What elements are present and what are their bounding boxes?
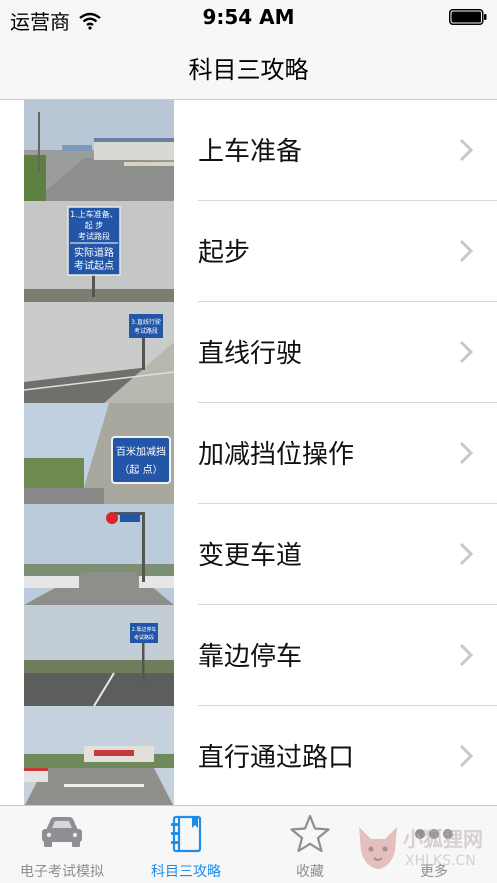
list-item-label: 靠边停车 — [198, 642, 303, 672]
chevron-right-icon — [459, 441, 473, 465]
chevron-right-icon — [459, 643, 473, 667]
list-item-intersection[interactable]: 直行通过路口 — [0, 706, 497, 805]
sign-text: 考试路段 — [134, 327, 158, 335]
sign-text: 百米加减挡 — [116, 445, 166, 458]
road-with-building-thumbnail — [24, 100, 174, 201]
sign-text: 考试路段 — [78, 231, 110, 241]
sign-text: 实际道路 — [74, 246, 114, 259]
chevron-right-icon — [459, 239, 473, 263]
tab-icon-wrap — [248, 812, 372, 856]
gear-shift-sign-thumbnail: 百米加减挡 （起 点） — [24, 403, 174, 504]
list-item-lane-change[interactable]: 变更车道 — [0, 504, 497, 605]
sign-text: 3.直线行驶 — [131, 318, 161, 326]
list-item-label: 加减挡位操作 — [198, 440, 355, 470]
pull-over-road-thumbnail: 2.靠边停车 考试路段 — [24, 605, 174, 706]
tab-label: 电子考试模拟 — [20, 864, 104, 880]
list-item-label: 直行通过路口 — [198, 743, 355, 773]
tab-bar: 电子考试模拟 科目三攻略 收藏 更多 小狐狸网 XHLKS.CN — [0, 805, 497, 883]
tab-label: 科目三攻略 — [151, 864, 221, 880]
list-item-label: 变更车道 — [198, 541, 303, 571]
tab-favorites[interactable]: 收藏 — [248, 806, 372, 883]
list-item-label: 上车准备 — [198, 137, 303, 167]
chevron-right-icon — [459, 138, 473, 162]
star-icon — [290, 814, 330, 853]
intersection-thumbnail — [24, 706, 174, 805]
car-icon — [42, 817, 82, 847]
tab-icon-wrap — [124, 812, 248, 856]
list-item-label: 直线行驶 — [198, 339, 303, 369]
list-item-label: 起步 — [198, 238, 251, 268]
tab-label: 收藏 — [296, 864, 324, 880]
status-bar: 运营商 9:54 AM — [0, 0, 497, 36]
tab-course-three-guide[interactable]: 科目三攻略 — [124, 806, 248, 883]
chevron-right-icon — [459, 542, 473, 566]
sign-text: 考试起点 — [74, 259, 114, 272]
list-item-straight-driving[interactable]: 3.直线行驶 考试路段 直线行驶 — [0, 302, 497, 403]
battery-icon — [449, 9, 487, 25]
navigation-bar: 科目三攻略 — [0, 36, 497, 100]
sign-text: 考试路段 — [134, 634, 154, 641]
chevron-right-icon — [459, 744, 473, 768]
page-title: 科目三攻略 — [188, 56, 309, 84]
sign-text: 2.靠边停车 — [132, 626, 157, 633]
guide-list: 上车准备 1.上车准备、 起 步 考试路段 实际道路 考试起点 起步 3.直线行… — [0, 100, 497, 805]
list-item-gear-shift[interactable]: 百米加减挡 （起 点） 加减挡位操作 — [0, 403, 497, 504]
fox-logo-icon — [359, 827, 397, 869]
sign-text: 起 步 — [85, 221, 104, 230]
list-item-pull-over[interactable]: 2.靠边停车 考试路段 靠边停车 — [0, 605, 497, 706]
watermark: 小狐狸网 XHLKS.CN — [355, 815, 495, 881]
list-item-boarding-prep[interactable]: 上车准备 — [0, 100, 497, 201]
lane-change-road-thumbnail — [24, 504, 174, 605]
start-sign-thumbnail: 1.上车准备、 起 步 考试路段 实际道路 考试起点 — [24, 201, 174, 302]
straight-road-thumbnail: 3.直线行驶 考试路段 — [24, 302, 174, 403]
watermark-title: 小狐狸网 — [403, 827, 483, 851]
watermark-url: XHLKS.CN — [405, 853, 476, 869]
tab-exam-simulation[interactable]: 电子考试模拟 — [0, 806, 124, 883]
chevron-right-icon — [459, 340, 473, 364]
sign-text: 1.上车准备、 — [70, 209, 118, 219]
status-time: 9:54 AM — [202, 5, 295, 29]
book-icon — [171, 815, 202, 853]
list-item-start[interactable]: 1.上车准备、 起 步 考试路段 实际道路 考试起点 起步 — [0, 201, 497, 302]
tab-icon-wrap — [0, 812, 124, 856]
sign-text: （起 点） — [119, 464, 162, 476]
